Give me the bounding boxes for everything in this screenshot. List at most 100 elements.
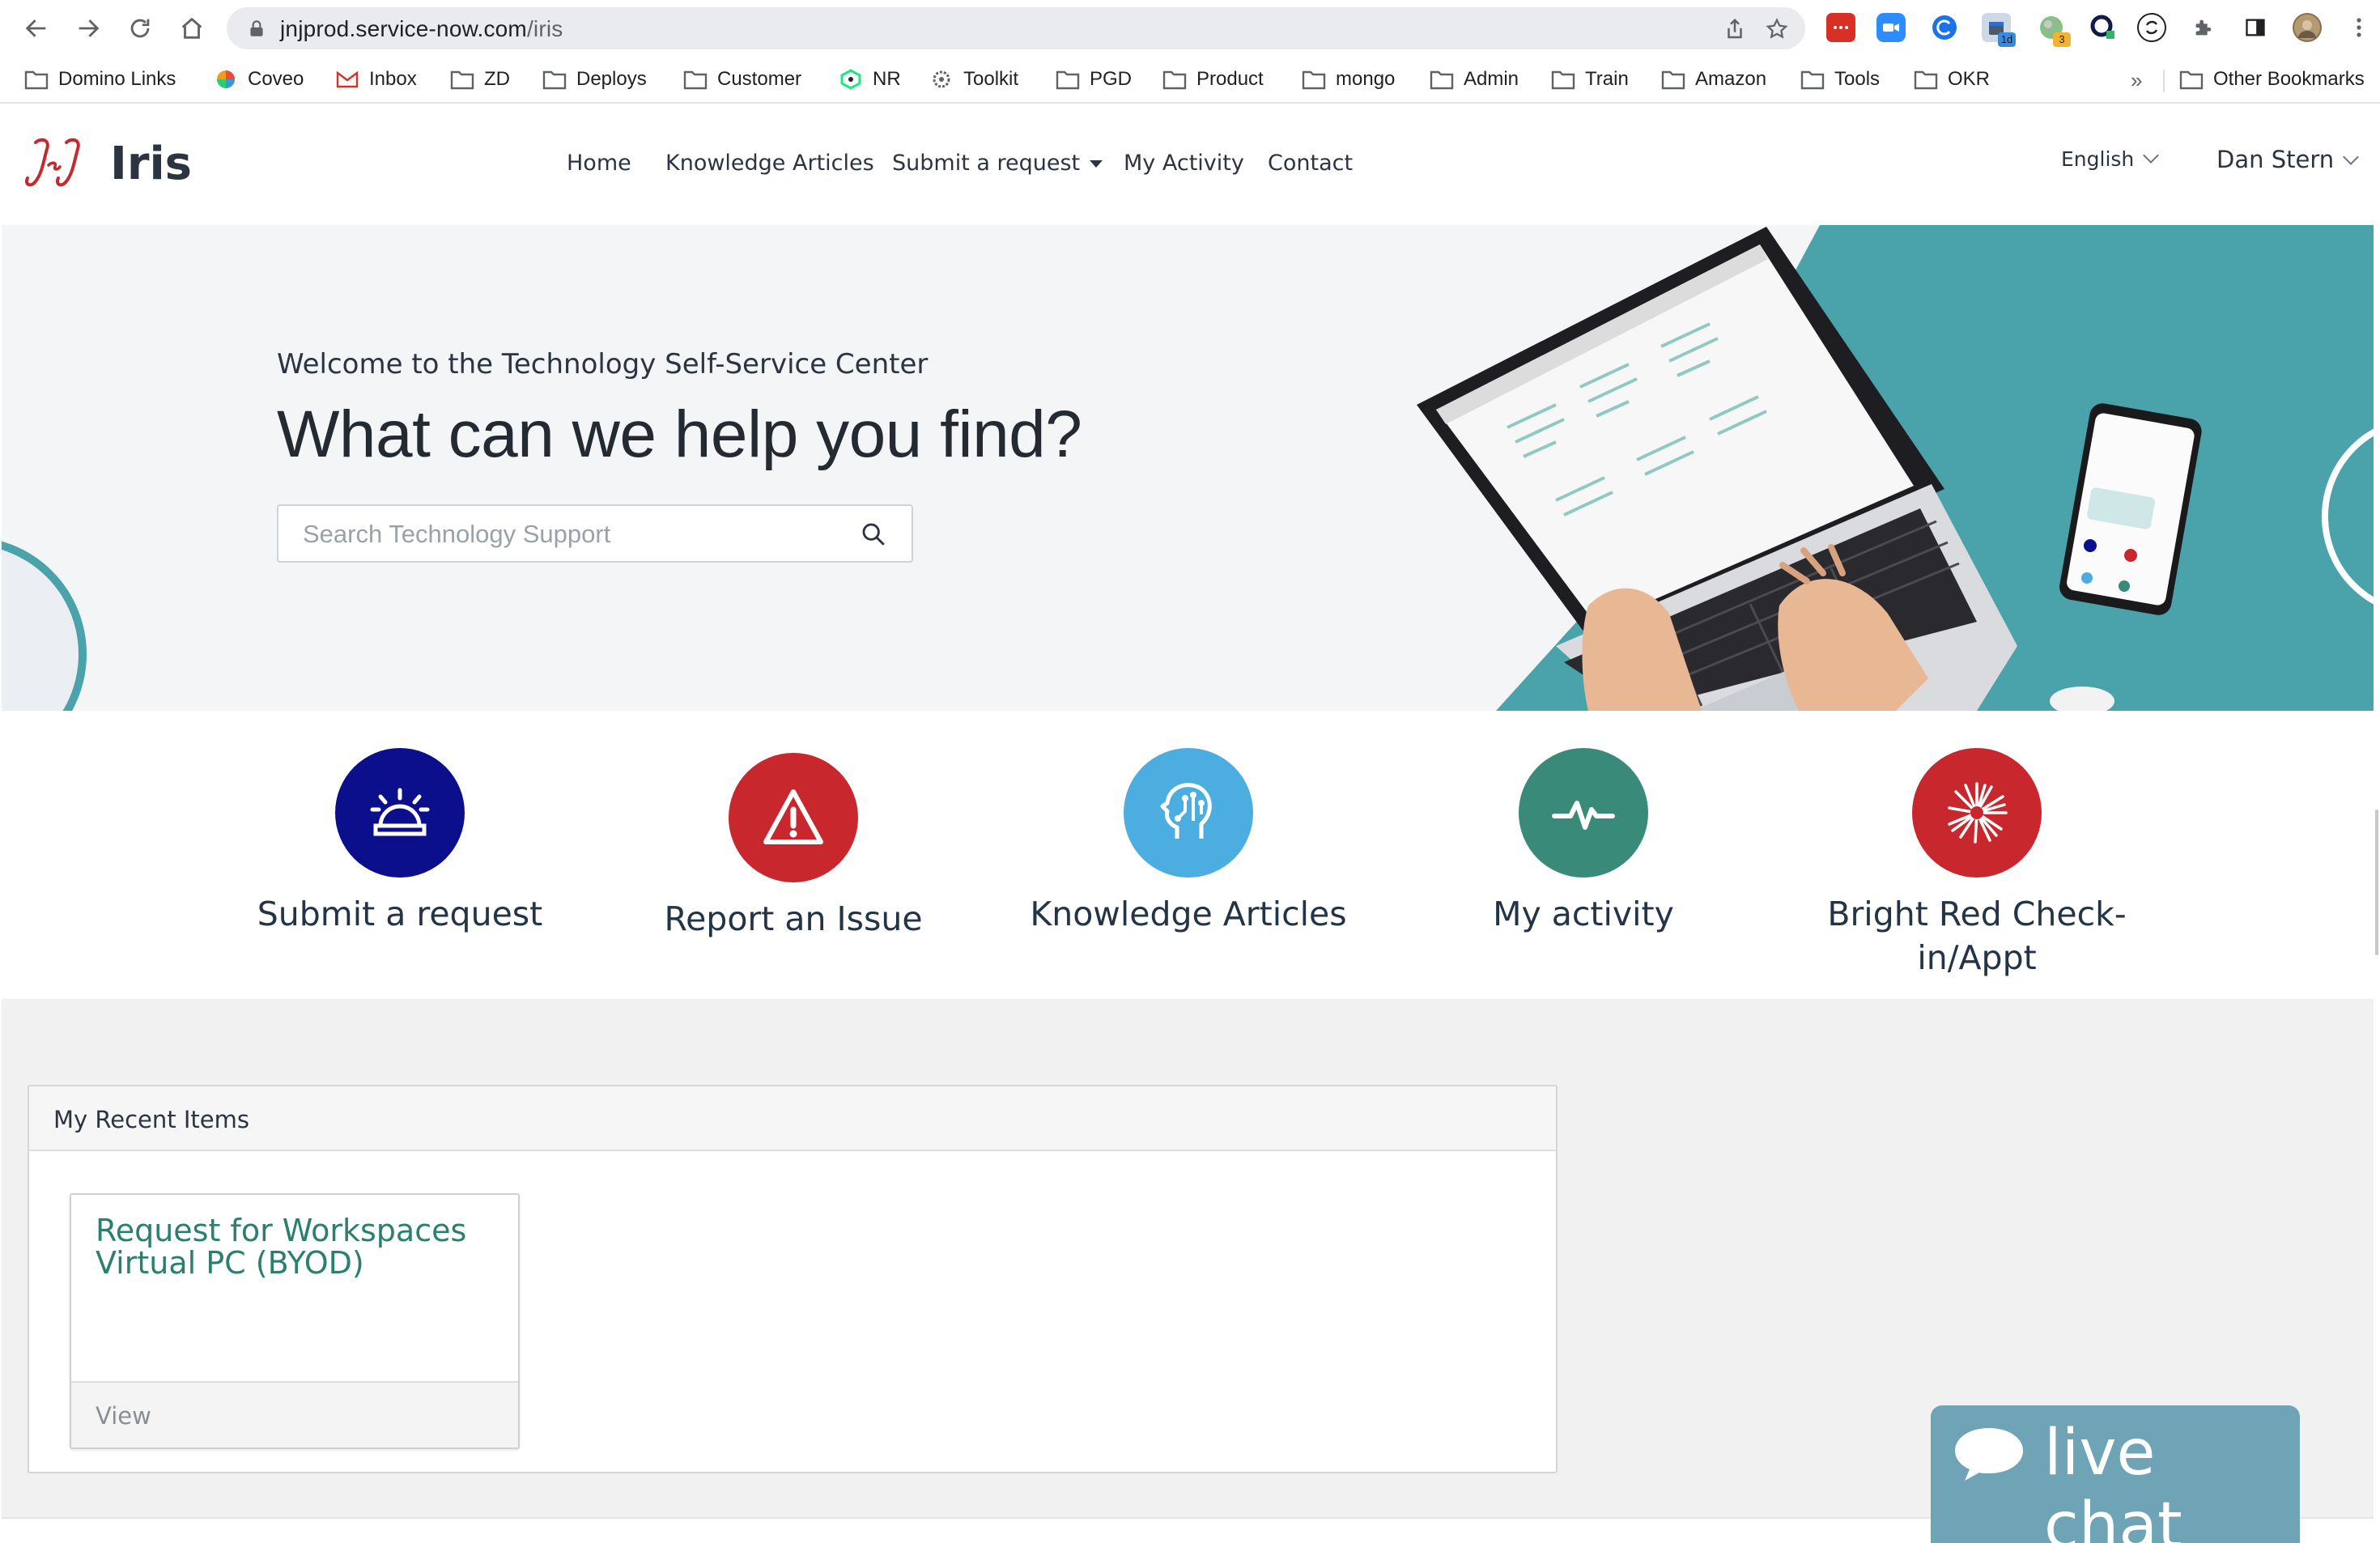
nav-my-activity[interactable]: My Activity [1124, 151, 1244, 176]
folder-icon [24, 69, 49, 90]
bookmark-label: Inbox [369, 68, 417, 90]
search-icon[interactable] [860, 521, 887, 548]
recent-item-title[interactable]: Request for Workspaces Virtual PC (BYOD) [96, 1214, 476, 1279]
recent-items-header: My Recent Items [29, 1086, 1556, 1151]
bookmark-label: OKR [1948, 68, 1991, 90]
search-input[interactable] [303, 516, 853, 553]
address-bar[interactable]: jnjprod.service-now.com/iris [227, 7, 1805, 49]
tile-icon-circle [1912, 748, 2042, 878]
nav-home[interactable]: Home [567, 151, 631, 176]
bookmark-mongo[interactable]: mongo [1302, 66, 1395, 93]
hero-banner: Welcome to the Technology Self-Service C… [2, 225, 2374, 711]
zoom-extension-icon[interactable] [1876, 13, 1906, 42]
tile-my-activity[interactable]: My activity [1413, 748, 1753, 936]
puzzle-extensions-icon[interactable] [2189, 13, 2218, 42]
url-text: jnjprod.service-now.com/iris [280, 16, 563, 42]
new-relic-icon [839, 69, 863, 90]
sync-extension-icon[interactable] [2137, 13, 2166, 42]
bookmark-deploys[interactable]: Deploys [542, 66, 647, 93]
back-arrow-icon [25, 19, 46, 37]
warning-icon [763, 789, 823, 844]
user-menu[interactable]: Dan Stern [2216, 146, 2360, 173]
bookmark-tools[interactable]: Tools [1800, 66, 1880, 93]
language-label: English [2061, 147, 2135, 171]
caret-down-icon [1090, 160, 1103, 168]
puzzle-glyph [2195, 19, 2212, 36]
bookmark-label: ZD [484, 68, 510, 90]
site-header: Iris Home Knowledge Articles Submit a re… [2, 105, 2374, 225]
jnj-logo-icon[interactable] [24, 134, 92, 194]
tile-label: Submit a request [257, 895, 543, 933]
nav-contact[interactable]: Contact [1268, 151, 1353, 176]
q-extension-icon[interactable] [2089, 13, 2118, 42]
bookmark-label: Product [1196, 68, 1264, 90]
folder-icon [1430, 69, 1454, 90]
language-selector[interactable]: English [2061, 147, 2160, 171]
share-icon[interactable] [1723, 17, 1747, 41]
tile-bright-red-checkin[interactable]: Bright Red Check-in/Appt [1807, 748, 2147, 980]
home-icon [181, 17, 202, 39]
live-chat-button[interactable]: live chat [1931, 1405, 2300, 1543]
nav-knowledge-articles[interactable]: Knowledge Articles [665, 151, 874, 176]
home-button[interactable] [175, 11, 209, 45]
browser-menu-icon[interactable] [2344, 13, 2374, 42]
tile-knowledge-articles[interactable]: Knowledge Articles [1018, 748, 1358, 936]
recent-item-card[interactable]: Request for Workspaces Virtual PC (BYOD)… [70, 1193, 520, 1449]
bookmark-admin[interactable]: Admin [1430, 66, 1519, 93]
back-button[interactable] [19, 11, 53, 45]
nav-submit-request[interactable]: Submit a request [892, 151, 1103, 176]
tile-submit-request[interactable]: Submit a request [230, 748, 570, 936]
toolkit-gear-icon [929, 69, 954, 90]
recent-items-panel: My Recent Items Request for Workspaces V… [28, 1085, 1558, 1473]
folder-icon [1056, 69, 1080, 90]
maps-badge: 3 [2053, 32, 2071, 47]
profile-avatar-icon[interactable] [2293, 13, 2322, 42]
chevron-down-icon [2143, 147, 2160, 164]
grammarly-extension-icon[interactable] [1930, 13, 1959, 42]
side-panel-icon[interactable] [2241, 13, 2270, 42]
tile-icon-circle [335, 748, 465, 878]
bookmark-zd[interactable]: ZD [450, 66, 510, 93]
search-box [277, 504, 913, 563]
maps-extension-icon[interactable]: 3 [2037, 13, 2071, 47]
chevron-down-icon [2343, 149, 2360, 165]
bookmark-label: Admin [1464, 68, 1519, 90]
page-scrollbar-thumb[interactable] [2375, 810, 2378, 955]
hero-title: What can we help you find? [277, 397, 1082, 471]
view-link[interactable]: View [96, 1402, 151, 1430]
bookmark-toolkit[interactable]: Toolkit [929, 66, 1018, 93]
bookmark-coveo[interactable]: Coveo [214, 66, 304, 93]
bookmark-label: Domino Links [58, 68, 176, 90]
forward-button[interactable] [71, 11, 105, 45]
bookmark-customer[interactable]: Customer [683, 66, 801, 93]
tile-icon-circle [1124, 748, 1253, 878]
tile-icon-circle [1519, 748, 1648, 878]
gmail-icon [335, 69, 359, 90]
bookmark-label: Coveo [248, 68, 304, 90]
folder-icon [1302, 69, 1326, 90]
bookmark-star-icon[interactable] [1765, 17, 1789, 41]
bookmark-label: Tools [1834, 68, 1881, 90]
bookmark-okr[interactable]: OKR [1914, 66, 1990, 93]
site-logo-text[interactable]: Iris [110, 138, 192, 190]
bookmark-amazon[interactable]: Amazon [1661, 66, 1766, 93]
reload-button[interactable] [123, 11, 157, 45]
bookmark-product[interactable]: Product [1162, 66, 1264, 93]
bookmark-label: Deploys [576, 68, 647, 90]
bookmarks-overflow-button[interactable]: » [2131, 68, 2142, 93]
bookmark-nr[interactable]: NR [839, 66, 901, 93]
sync-glyph [2145, 20, 2158, 35]
folder-icon [1162, 69, 1187, 90]
bookmark-train[interactable]: Train [1551, 66, 1629, 93]
bookmark-inbox[interactable]: Inbox [335, 66, 417, 93]
bookmark-other-bookmarks[interactable]: Other Bookmarks [2179, 66, 2365, 93]
bookmark-label: Other Bookmarks [2213, 68, 2365, 90]
tile-report-issue[interactable]: Report an Issue [623, 753, 963, 941]
bookmark-domino-links[interactable]: Domino Links [24, 66, 176, 93]
recent-items-title: My Recent Items [53, 1106, 249, 1133]
extension-red-icon[interactable] [1826, 13, 1855, 42]
live-chat-label: live chat [2044, 1417, 2182, 1543]
reload-icon [130, 19, 150, 38]
calendar-extension-icon[interactable]: 1d [1982, 13, 2016, 47]
bookmark-pgd[interactable]: PGD [1056, 66, 1132, 93]
